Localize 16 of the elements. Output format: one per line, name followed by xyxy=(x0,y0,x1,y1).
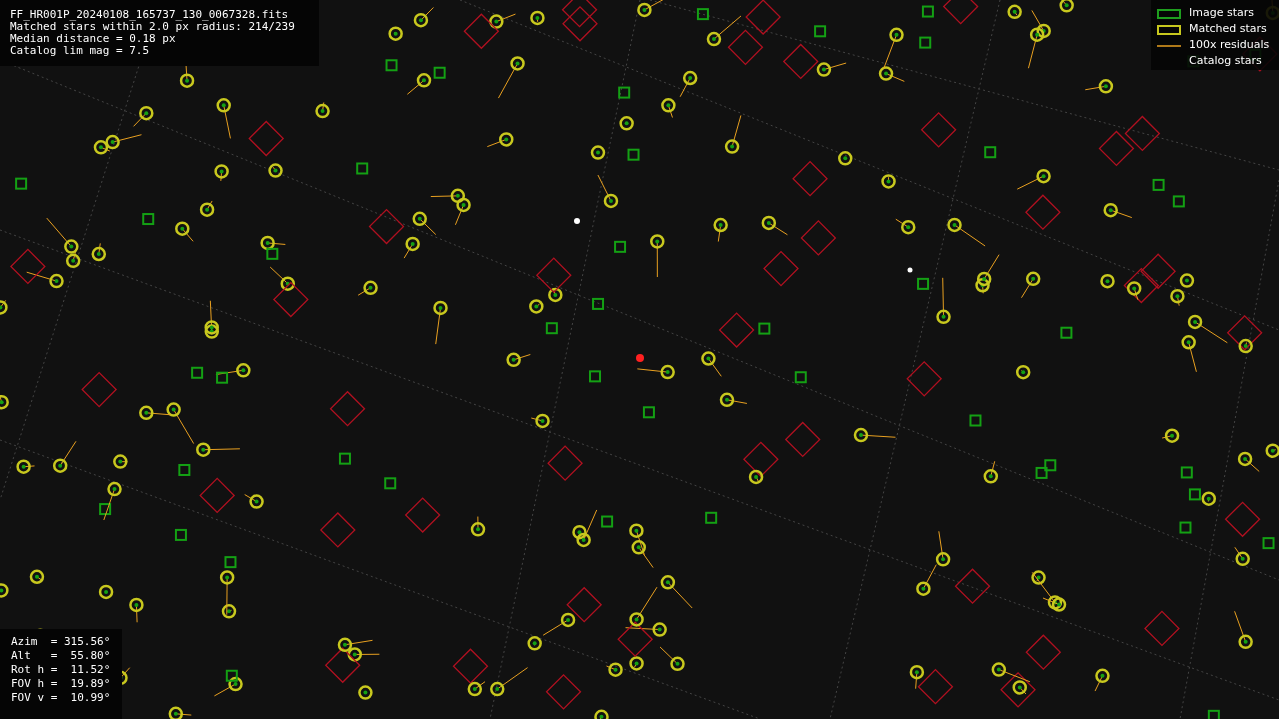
info-text: FF_HR001P_20240108_165737_130_0067328.fits xyxy=(10,9,290,21)
info-text: Matched stars within 2.0 px radius: 214/239 xyxy=(10,21,296,33)
info-text: Median distance = 0.18 px xyxy=(10,33,177,45)
legend-label: Catalog stars xyxy=(1189,53,1262,70)
pointing-text: Alt = 55.80° xyxy=(11,649,111,663)
info-text: Catalog lim mag = 7.5 xyxy=(10,45,151,57)
legend-label: Image stars xyxy=(1189,5,1254,22)
pointing-text: Rot h = 11.52° xyxy=(11,663,111,677)
legend-label: 100x residuals xyxy=(1189,37,1270,54)
pointing-text: FOV h = 19.89° xyxy=(11,677,111,691)
box-swatch-icon xyxy=(1157,8,1181,19)
pointing-text: Azim = 315.56° xyxy=(11,635,111,649)
legend-label: Matched stars xyxy=(1189,21,1267,38)
line-swatch-icon xyxy=(1157,43,1181,48)
pointing-text: FOV v = 10.99° xyxy=(11,691,111,705)
outlined-box-swatch-icon xyxy=(1157,24,1181,35)
